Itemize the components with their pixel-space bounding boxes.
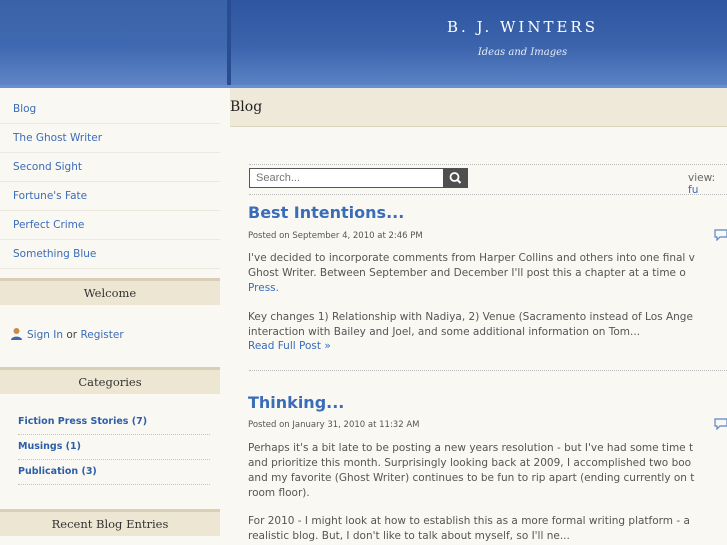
divider xyxy=(249,370,727,371)
sidebar-item-something-blue[interactable]: Something Blue xyxy=(0,240,220,269)
post-text-line: and my favorite (Ghost Writer) continues… xyxy=(248,472,695,484)
register-link[interactable]: Register xyxy=(80,329,123,341)
page-title: Blog xyxy=(230,99,263,115)
post-excerpt: For 2010 - I might look at how to establ… xyxy=(248,514,727,545)
divider xyxy=(249,194,727,195)
post-text-line: realistic blog. But, I don't like to tal… xyxy=(248,530,570,542)
main-header-bar: Blog xyxy=(230,88,727,127)
site-title[interactable]: B. J. WINTERS xyxy=(340,18,705,36)
post-text-line: Key changes 1) Relationship with Nadiya,… xyxy=(248,311,693,323)
sign-in-link[interactable]: Sign In xyxy=(27,329,63,341)
search-button[interactable] xyxy=(443,168,468,188)
comment-icon[interactable] xyxy=(714,418,727,430)
post-text-line: room floor). xyxy=(248,487,310,499)
fiction-press-link[interactable]: Press. xyxy=(248,282,279,294)
welcome-heading: Welcome xyxy=(0,278,220,305)
view-toggle: view: fu xyxy=(688,172,727,196)
sidebar-item-second-sight[interactable]: Second Sight xyxy=(0,153,220,182)
comment-icon[interactable] xyxy=(714,229,727,241)
header-divider xyxy=(227,0,231,86)
or-text: or xyxy=(66,329,78,341)
categories-list: Fiction Press Stories (7) Musings (1) Pu… xyxy=(18,410,210,485)
post-excerpt: Perhaps it's a bit late to be posting a … xyxy=(248,441,727,501)
search-icon xyxy=(449,172,462,184)
site-tagline: Ideas and Images xyxy=(477,47,568,58)
post-text-line: Perhaps it's a bit late to be posting a … xyxy=(248,442,694,454)
post-date: Posted on January 31, 2010 at 11:32 AM xyxy=(248,420,420,430)
post-text-line: and prioritize this month. Surprisingly … xyxy=(248,457,692,469)
category-publication[interactable]: Publication (3) xyxy=(18,460,210,485)
sidebar-item-the-ghost-writer[interactable]: The Ghost Writer xyxy=(0,124,220,153)
view-label: view: xyxy=(688,172,716,184)
post-excerpt: Key changes 1) Relationship with Nadiya,… xyxy=(248,310,727,340)
header-left-banner xyxy=(0,0,230,85)
header-banner xyxy=(230,0,727,85)
post-title[interactable]: Best Intentions... xyxy=(248,203,404,222)
divider xyxy=(249,164,727,165)
category-fiction-press-stories[interactable]: Fiction Press Stories (7) xyxy=(18,410,210,435)
post-text-line: For 2010 - I might look at how to establ… xyxy=(248,515,690,527)
post-text-line: Ghost Writer. Between September and Dece… xyxy=(248,267,686,279)
post-text-line: I've decided to incorporate comments fro… xyxy=(248,252,695,264)
sidebar-nav: Blog The Ghost Writer Second Sight Fortu… xyxy=(0,95,220,269)
categories-heading: Categories xyxy=(0,367,220,394)
sidebar-item-fortunes-fate[interactable]: Fortune's Fate xyxy=(0,182,220,211)
sidebar-item-blog[interactable]: Blog xyxy=(0,95,220,124)
post-text-line: interaction with Bailey and Joel, and so… xyxy=(248,326,641,338)
post-title[interactable]: Thinking... xyxy=(248,393,344,412)
post-excerpt: I've decided to incorporate comments fro… xyxy=(248,251,727,296)
sidebar-item-perfect-crime[interactable]: Perfect Crime xyxy=(0,211,220,240)
search-input[interactable] xyxy=(249,168,448,188)
recent-entries-heading: Recent Blog Entries xyxy=(0,509,220,536)
read-full-post-link[interactable]: Read Full Post » xyxy=(248,340,331,352)
category-musings[interactable]: Musings (1) xyxy=(18,435,210,460)
post-date: Posted on September 4, 2010 at 2:46 PM xyxy=(248,231,423,241)
sign-in-row: Sign In or Register xyxy=(10,327,124,341)
user-icon xyxy=(11,328,22,340)
search-box xyxy=(249,168,468,188)
